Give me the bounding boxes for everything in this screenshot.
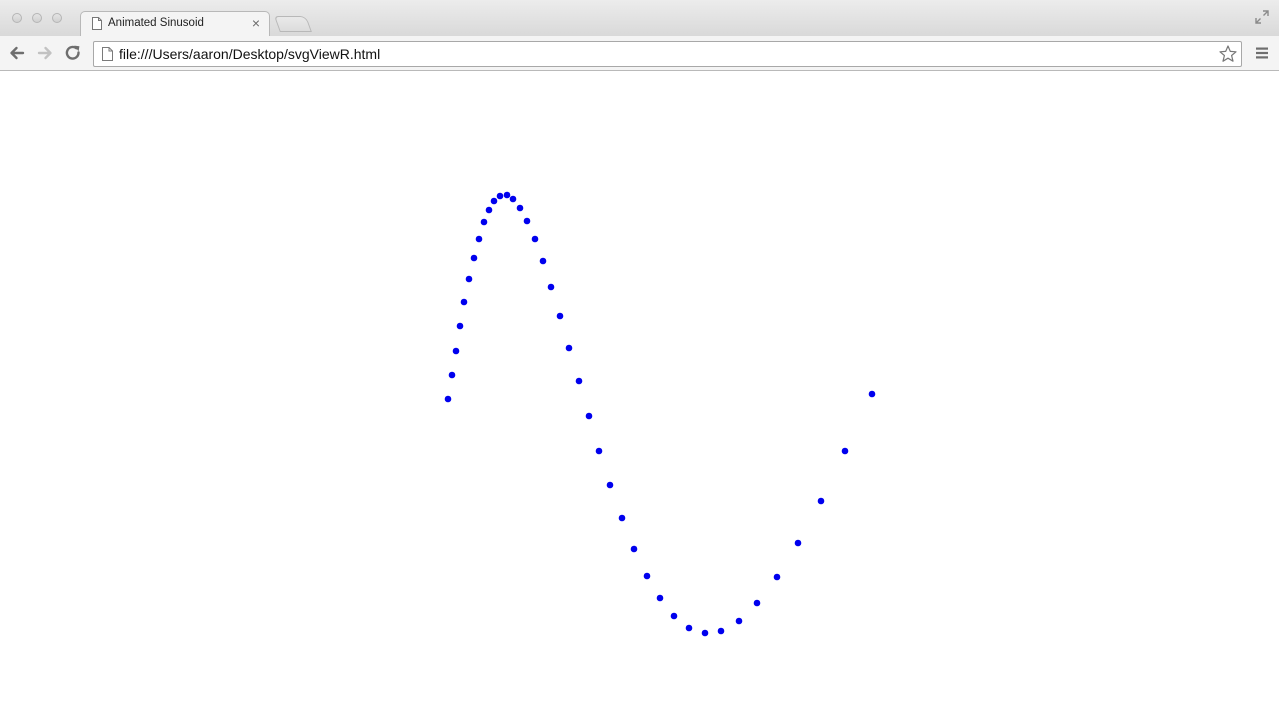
window-minimize-button[interactable] [32, 13, 42, 23]
tab-title: Animated Sinusoid [108, 17, 204, 29]
data-point [817, 497, 825, 505]
data-point [643, 572, 651, 580]
data-point [618, 514, 626, 522]
page-viewport [0, 72, 1279, 711]
data-point [656, 594, 664, 602]
tab-strip: Animated Sinusoid × [0, 0, 1279, 36]
data-point [575, 377, 583, 385]
data-point [475, 235, 483, 243]
data-point [480, 218, 488, 226]
forward-arrow-icon[interactable] [35, 43, 55, 63]
bookmark-star-icon[interactable] [1218, 44, 1238, 64]
new-tab-button[interactable] [274, 16, 312, 32]
window-zoom-button[interactable] [52, 13, 62, 23]
data-point [496, 192, 504, 200]
page-icon [102, 47, 113, 61]
data-point [448, 371, 456, 379]
data-point [773, 573, 781, 581]
data-point [539, 257, 547, 265]
data-point [794, 539, 802, 547]
data-point [460, 298, 468, 306]
data-point [701, 629, 709, 637]
data-point [556, 312, 564, 320]
data-point [585, 412, 593, 420]
window-close-button[interactable] [12, 13, 22, 23]
data-point [841, 447, 849, 455]
sinusoid-plot [444, 191, 876, 637]
toolbar: file:///Users/aaron/Desktop/svgViewR.htm… [0, 36, 1279, 71]
data-point [516, 204, 524, 212]
data-point [735, 617, 743, 625]
browser-window: Animated Sinusoid × file:///Users/aaron/… [0, 0, 1279, 711]
data-point [685, 624, 693, 632]
page-icon [92, 17, 102, 30]
menu-icon[interactable] [1255, 46, 1269, 60]
data-point [523, 217, 531, 225]
data-point [547, 283, 555, 291]
data-point [503, 191, 511, 199]
data-point [753, 599, 761, 607]
data-point [485, 206, 493, 214]
tab-close-icon[interactable]: × [249, 15, 263, 31]
data-point [470, 254, 478, 262]
data-point [444, 395, 452, 403]
data-point [717, 627, 725, 635]
data-point [630, 545, 638, 553]
address-bar[interactable]: file:///Users/aaron/Desktop/svgViewR.htm… [93, 41, 1242, 67]
url-text[interactable]: file:///Users/aaron/Desktop/svgViewR.htm… [119, 46, 380, 62]
data-point [509, 195, 517, 203]
data-point [490, 197, 498, 205]
data-point [465, 275, 473, 283]
data-point [531, 235, 539, 243]
reload-icon[interactable] [63, 43, 83, 63]
data-point [606, 481, 614, 489]
back-arrow-icon[interactable] [7, 43, 27, 63]
fullscreen-icon[interactable] [1255, 10, 1269, 24]
data-point [565, 344, 573, 352]
data-point [452, 347, 460, 355]
data-point [456, 322, 464, 330]
data-point [868, 390, 876, 398]
tab-animated-sinusoid[interactable]: Animated Sinusoid × [80, 11, 270, 36]
data-point [670, 612, 678, 620]
data-point [595, 447, 603, 455]
